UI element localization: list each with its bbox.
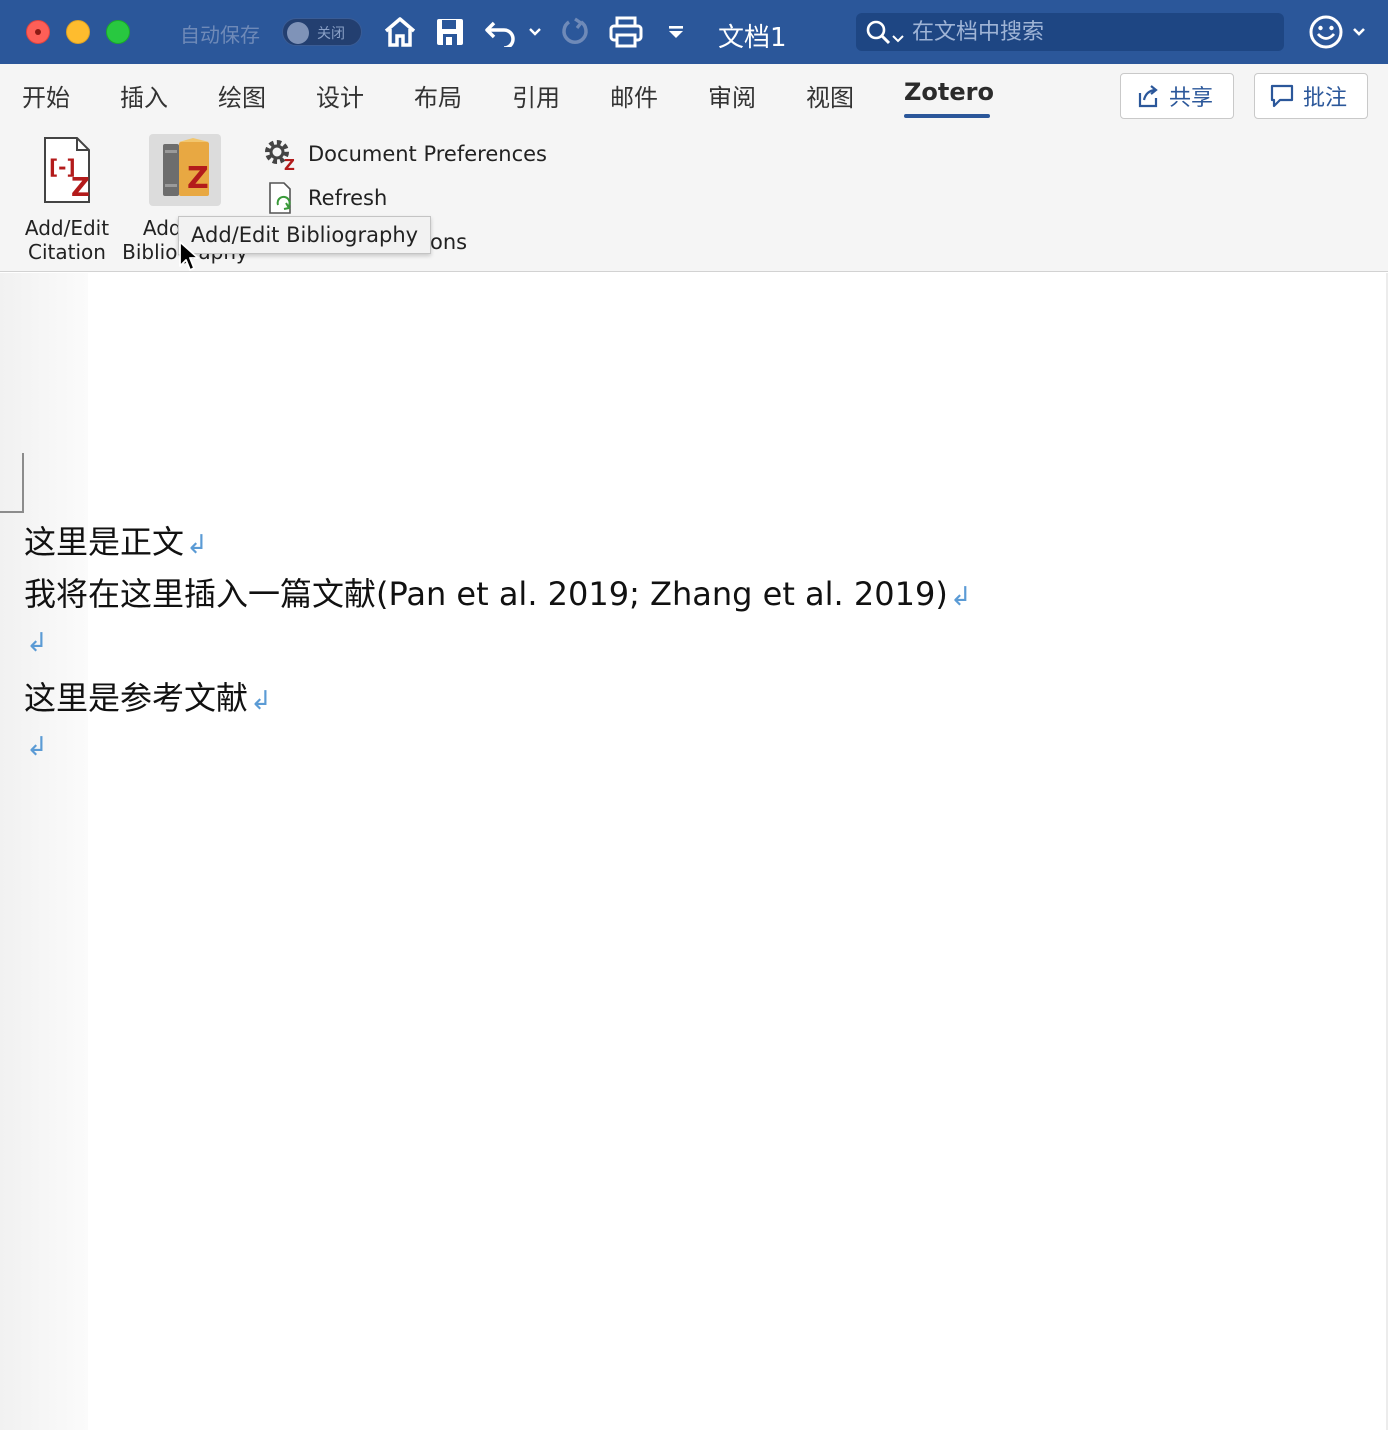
ribbon: 开始 插入 绘图 设计 布局 引用 邮件 审阅 视图 Zotero 共享 批注 … <box>0 64 1388 272</box>
home-icon[interactable] <box>382 14 418 50</box>
tab-view[interactable]: 视图 <box>806 78 854 113</box>
close-window-button[interactable] <box>26 20 50 44</box>
unlink-citations-label[interactable]: ons <box>430 230 467 254</box>
autosave-toggle[interactable]: 关闭 <box>282 18 362 46</box>
tab-insert[interactable]: 插入 <box>120 78 168 113</box>
search-options-chevron-icon[interactable] <box>892 28 904 47</box>
paragraph-text: 这里是参考文献 <box>24 679 249 717</box>
autosave-label: 自动保存 <box>180 23 260 47</box>
document-title: 文档1 <box>718 23 787 53</box>
tab-zotero[interactable]: Zotero <box>904 78 994 106</box>
refresh-icon <box>269 182 291 214</box>
page-crop-mark <box>0 453 24 513</box>
print-icon[interactable] <box>608 14 644 50</box>
comments-label: 批注 <box>1303 86 1348 111</box>
paragraph-mark-icon: ↲ <box>26 628 48 658</box>
gear-icon: Z <box>265 140 295 171</box>
empty-paragraph[interactable]: ↲ <box>24 621 48 659</box>
minimize-window-button[interactable] <box>66 20 90 44</box>
citation-paragraph[interactable]: 我将在这里插入一篇文献(Pan et al. 2019; Zhang et al… <box>24 569 972 615</box>
comments-button[interactable]: 批注 <box>1254 73 1368 119</box>
svg-text:Z: Z <box>284 156 295 171</box>
maximize-window-button[interactable] <box>106 20 130 44</box>
save-icon[interactable] <box>434 14 466 50</box>
tab-design[interactable]: 设计 <box>316 78 364 113</box>
document-preferences-label: Document Preferences <box>308 142 547 166</box>
feedback-smiley-icon[interactable] <box>1308 14 1368 54</box>
comment-icon <box>1270 84 1294 108</box>
page-left-margin <box>0 273 88 1430</box>
search-icon <box>866 20 892 50</box>
active-tab-indicator <box>904 114 990 118</box>
tab-mailings[interactable]: 邮件 <box>610 78 658 113</box>
body-paragraph[interactable]: 这里是正文↲ <box>24 517 208 563</box>
tab-references[interactable]: 引用 <box>512 78 560 113</box>
share-button[interactable]: 共享 <box>1120 73 1234 119</box>
citation-label-line2: Citation <box>28 240 106 264</box>
autosave-state: 关闭 <box>317 26 345 42</box>
paragraph-mark-icon: ↲ <box>949 582 972 612</box>
customize-toolbar-icon[interactable] <box>664 14 688 50</box>
tab-review[interactable]: 审阅 <box>708 78 756 113</box>
citation-label-line1: Add/Edit <box>24 216 110 240</box>
refresh-button[interactable]: Refresh <box>262 180 387 216</box>
svg-text:Z: Z <box>187 161 209 196</box>
autosave-toggle-knob <box>287 22 309 44</box>
tooltip: Add/Edit Bibliography <box>178 216 432 254</box>
bibliography-icon: Z <box>149 134 221 206</box>
tab-home[interactable]: 开始 <box>22 78 70 113</box>
citation-icon: [-] Z <box>31 134 103 206</box>
undo-icon[interactable] <box>484 14 518 50</box>
search-box[interactable] <box>856 13 1284 51</box>
add-edit-citation-button[interactable]: [-] Z Add/Edit Citation <box>18 134 116 264</box>
redo-icon[interactable] <box>558 14 592 50</box>
document-preferences-button[interactable]: Z Document Preferences <box>262 136 547 172</box>
svg-text:Z: Z <box>71 173 90 203</box>
tab-draw[interactable]: 绘图 <box>218 78 266 113</box>
bibliography-heading-paragraph[interactable]: 这里是参考文献↲ <box>24 673 272 719</box>
tab-layout[interactable]: 布局 <box>414 78 462 113</box>
mouse-pointer-icon <box>178 240 200 278</box>
share-label: 共享 <box>1169 86 1214 111</box>
paragraph-mark-icon: ↲ <box>26 732 48 762</box>
search-input[interactable] <box>912 17 1272 47</box>
paragraph-mark-icon: ↲ <box>250 686 272 716</box>
document-canvas[interactable]: 这里是正文↲ 我将在这里插入一篇文献(Pan et al. 2019; Zhan… <box>0 273 1388 1430</box>
paragraph-text: 这里是正文 <box>24 523 185 561</box>
empty-paragraph[interactable]: ↲ <box>24 725 48 763</box>
refresh-label: Refresh <box>308 186 388 210</box>
paragraph-mark-icon: ↲ <box>186 530 208 560</box>
title-bar: 自动保存 关闭 文档1 <box>0 0 1388 64</box>
undo-dropdown-icon[interactable] <box>526 14 544 50</box>
share-icon <box>1138 85 1158 108</box>
paragraph-text: 我将在这里插入一篇文献(Pan et al. 2019; Zhang et al… <box>24 575 948 613</box>
